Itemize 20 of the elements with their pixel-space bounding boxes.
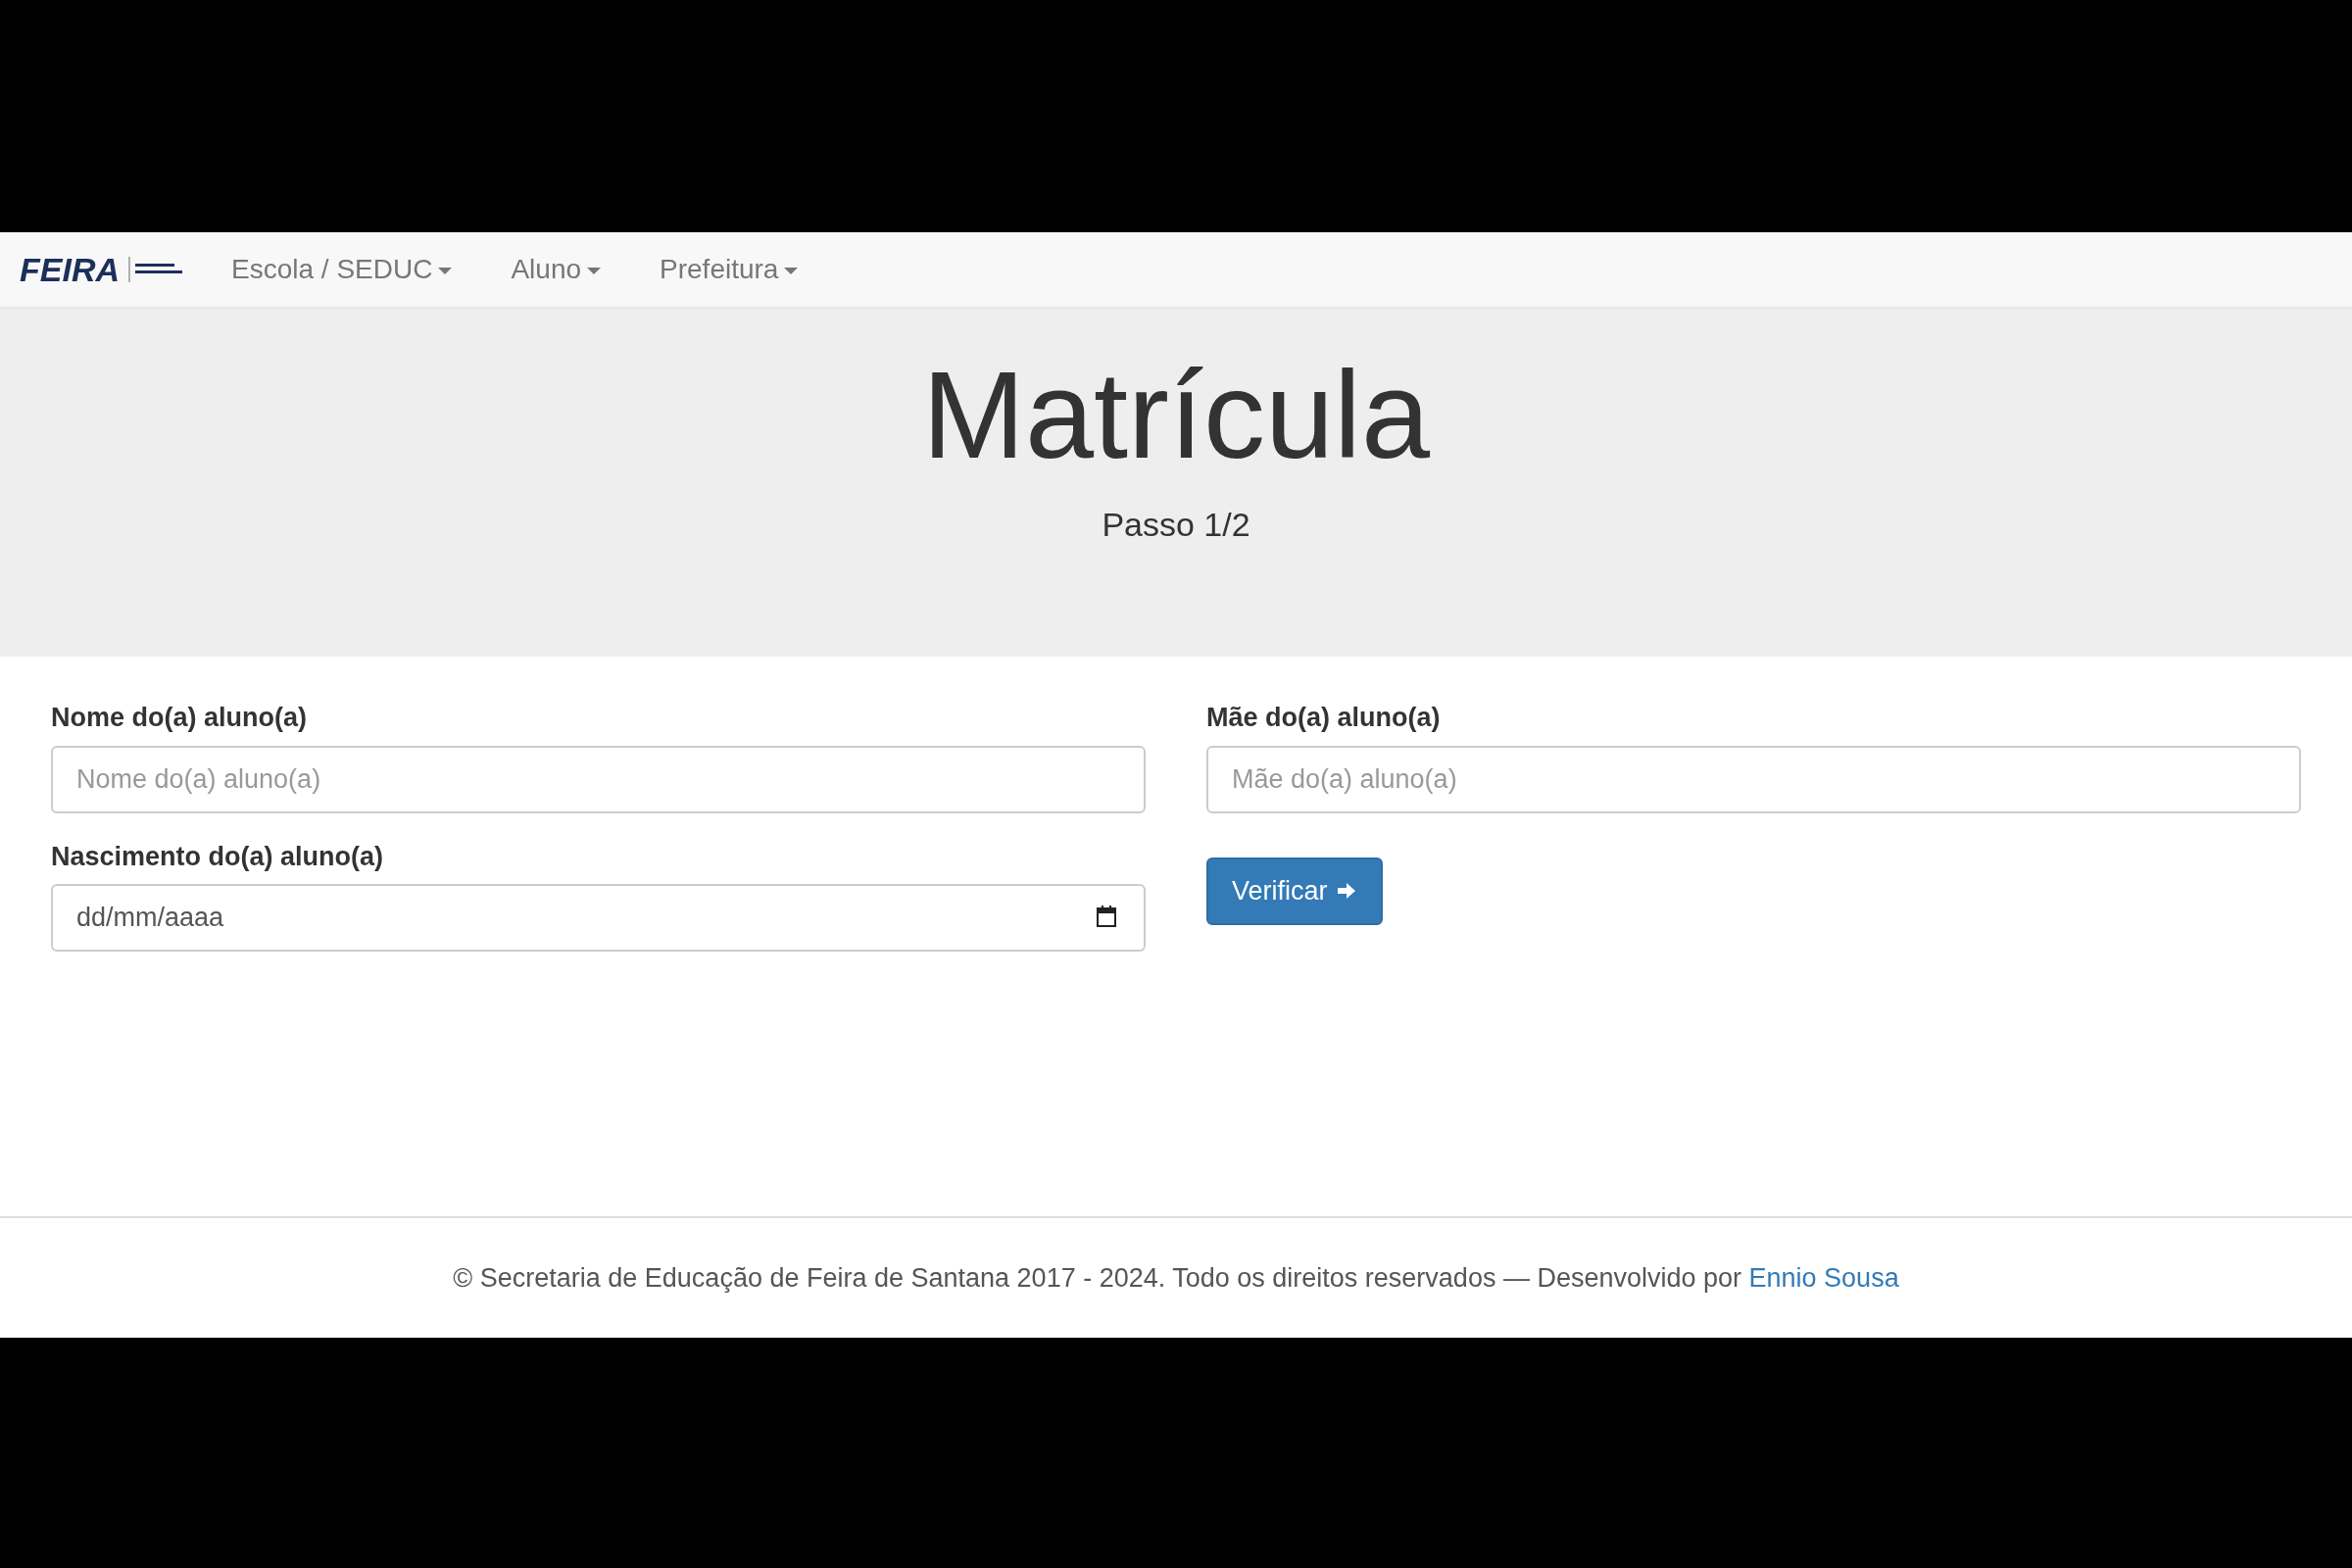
nav-menu[interactable]: Aluno [481, 249, 631, 290]
caret-icon [784, 268, 799, 275]
footer-text: © Secretaria de Educação de Feira de Santana 2017 - 2024. Todo os direitos reservados — Desenvolvido por Ennio Sousa [453, 1261, 1899, 1295]
field-label: Mãe do(a) aluno(a) [1206, 702, 1442, 734]
caret-icon [587, 268, 602, 275]
step-indicator: Passo 1/2 [1101, 504, 1251, 545]
arrow-icon [1335, 880, 1357, 902]
nav-menu[interactable]: Escola / SEDUC [202, 249, 482, 290]
page-title: Matrícula [920, 348, 1432, 484]
caret-icon [438, 268, 453, 275]
field-label: Nascimento do(a) aluno(a) [51, 840, 385, 873]
verify-button[interactable]: Verificar [1206, 857, 1383, 925]
author-link[interactable]: Ennio Sousa [1748, 1262, 1899, 1293]
nav-menu[interactable]: Prefeitura [630, 249, 828, 290]
calendar-icon[interactable] [1097, 906, 1116, 927]
input-field[interactable]: dd/mm/aaaa [51, 884, 1146, 952]
logo: FEIRA [20, 244, 186, 295]
input-field[interactable]: Mãe do(a) aluno(a) [1206, 745, 2301, 813]
input-field[interactable]: Nome do(a) aluno(a) [51, 745, 1146, 813]
field-label: Nome do(a) aluno(a) [51, 702, 308, 734]
